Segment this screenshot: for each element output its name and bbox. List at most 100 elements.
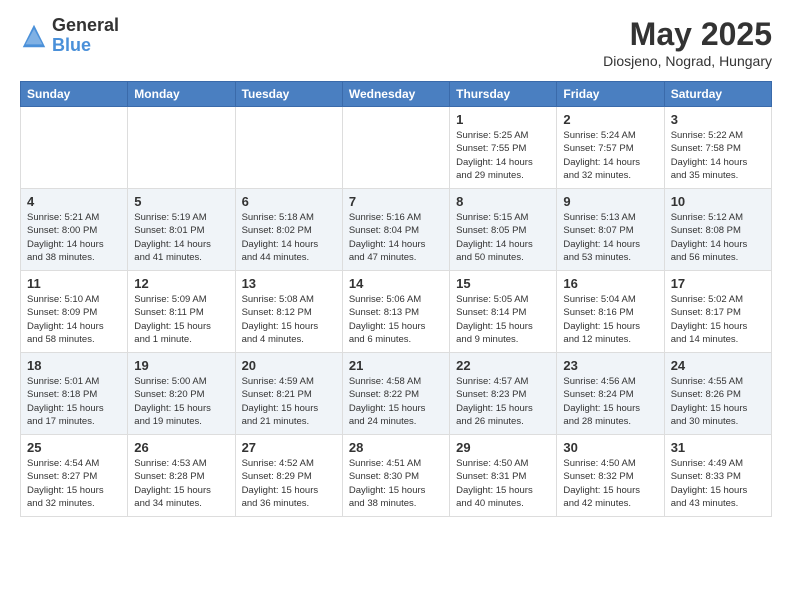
day-number: 28 (349, 440, 443, 455)
logo-line1: General (52, 15, 119, 35)
week-row-5: 25 Sunrise: 4:54 AMSunset: 8:27 PMDayligh… (21, 435, 772, 517)
day-number: 14 (349, 276, 443, 291)
day-cell: 5 Sunrise: 5:19 AMSunset: 8:01 PMDaylight… (128, 189, 235, 271)
day-number: 13 (242, 276, 336, 291)
day-number: 8 (456, 194, 550, 209)
logo: General Blue (20, 16, 119, 56)
calendar-subtitle: Diosjeno, Nograd, Hungary (603, 53, 772, 69)
day-detail: Sunrise: 5:16 AMSunset: 8:04 PMDaylight:… (349, 211, 443, 264)
header: General Blue May 2025 Diosjeno, Nograd, … (20, 16, 772, 69)
day-number: 5 (134, 194, 228, 209)
calendar-title: May 2025 (603, 16, 772, 53)
day-cell: 2 Sunrise: 5:24 AMSunset: 7:57 PMDaylight… (557, 107, 664, 189)
day-detail: Sunrise: 4:53 AMSunset: 8:28 PMDaylight:… (134, 457, 228, 510)
day-detail: Sunrise: 4:49 AMSunset: 8:33 PMDaylight:… (671, 457, 765, 510)
header-row: SundayMondayTuesdayWednesdayThursdayFrid… (21, 82, 772, 107)
day-cell: 4Sunrise: 5:21 AMSunset: 8:00 PMDaylight… (21, 189, 128, 271)
day-cell: 9 Sunrise: 5:13 AMSunset: 8:07 PMDaylight… (557, 189, 664, 271)
day-cell: 15 Sunrise: 5:05 AMSunset: 8:14 PMDayligh… (450, 271, 557, 353)
day-detail: Sunrise: 4:51 AMSunset: 8:30 PMDaylight:… (349, 457, 443, 510)
day-number: 15 (456, 276, 550, 291)
day-detail: Sunrise: 4:50 AMSunset: 8:32 PMDaylight:… (563, 457, 657, 510)
day-detail: Sunrise: 4:59 AMSunset: 8:21 PMDaylight:… (242, 375, 336, 428)
week-row-4: 18Sunrise: 5:01 AMSunset: 8:18 PMDayligh… (21, 353, 772, 435)
day-header-tuesday: Tuesday (235, 82, 342, 107)
day-header-wednesday: Wednesday (342, 82, 449, 107)
page: General Blue May 2025 Diosjeno, Nograd, … (0, 0, 792, 533)
logo-icon (20, 22, 48, 50)
day-header-friday: Friday (557, 82, 664, 107)
day-number: 17 (671, 276, 765, 291)
day-number: 16 (563, 276, 657, 291)
day-detail: Sunrise: 5:08 AMSunset: 8:12 PMDaylight:… (242, 293, 336, 346)
day-cell: 6 Sunrise: 5:18 AMSunset: 8:02 PMDaylight… (235, 189, 342, 271)
day-detail: Sunrise: 5:24 AMSunset: 7:57 PMDaylight:… (563, 129, 657, 182)
day-cell: 26 Sunrise: 4:53 AMSunset: 8:28 PMDayligh… (128, 435, 235, 517)
day-cell: 12 Sunrise: 5:09 AMSunset: 8:11 PMDayligh… (128, 271, 235, 353)
day-number: 4 (27, 194, 121, 209)
day-cell: 29Sunrise: 4:50 AMSunset: 8:31 PMDayligh… (450, 435, 557, 517)
day-cell: 19Sunrise: 5:00 AMSunset: 8:20 PMDayligh… (128, 353, 235, 435)
day-header-saturday: Saturday (664, 82, 771, 107)
day-cell (342, 107, 449, 189)
day-number: 11 (27, 276, 121, 291)
day-cell: 21 Sunrise: 4:58 AMSunset: 8:22 PMDayligh… (342, 353, 449, 435)
day-number: 3 (671, 112, 765, 127)
day-detail: Sunrise: 4:58 AMSunset: 8:22 PMDaylight:… (349, 375, 443, 428)
day-detail: Sunrise: 5:13 AMSunset: 8:07 PMDaylight:… (563, 211, 657, 264)
day-number: 6 (242, 194, 336, 209)
day-header-monday: Monday (128, 82, 235, 107)
day-detail: Sunrise: 5:10 AMSunset: 8:09 PMDaylight:… (27, 293, 121, 346)
day-detail: Sunrise: 5:00 AMSunset: 8:20 PMDaylight:… (134, 375, 228, 428)
day-number: 10 (671, 194, 765, 209)
day-cell: 14Sunrise: 5:06 AMSunset: 8:13 PMDayligh… (342, 271, 449, 353)
day-cell: 23 Sunrise: 4:56 AMSunset: 8:24 PMDayligh… (557, 353, 664, 435)
day-cell: 10 Sunrise: 5:12 AMSunset: 8:08 PMDayligh… (664, 189, 771, 271)
day-detail: Sunrise: 4:52 AMSunset: 8:29 PMDaylight:… (242, 457, 336, 510)
day-cell: 11 Sunrise: 5:10 AMSunset: 8:09 PMDayligh… (21, 271, 128, 353)
title-block: May 2025 Diosjeno, Nograd, Hungary (603, 16, 772, 69)
day-cell (235, 107, 342, 189)
logo-line2: Blue (52, 35, 91, 55)
day-header-sunday: Sunday (21, 82, 128, 107)
day-detail: Sunrise: 5:04 AMSunset: 8:16 PMDaylight:… (563, 293, 657, 346)
day-number: 24 (671, 358, 765, 373)
day-detail: Sunrise: 5:19 AMSunset: 8:01 PMDaylight:… (134, 211, 228, 264)
day-detail: Sunrise: 5:22 AMSunset: 7:58 PMDaylight:… (671, 129, 765, 182)
day-number: 2 (563, 112, 657, 127)
day-detail: Sunrise: 5:09 AMSunset: 8:11 PMDaylight:… (134, 293, 228, 346)
day-cell: 7 Sunrise: 5:16 AMSunset: 8:04 PMDaylight… (342, 189, 449, 271)
day-cell: 13 Sunrise: 5:08 AMSunset: 8:12 PMDayligh… (235, 271, 342, 353)
day-number: 27 (242, 440, 336, 455)
day-cell: 31Sunrise: 4:49 AMSunset: 8:33 PMDayligh… (664, 435, 771, 517)
day-number: 22 (456, 358, 550, 373)
day-cell: 25 Sunrise: 4:54 AMSunset: 8:27 PMDayligh… (21, 435, 128, 517)
day-detail: Sunrise: 4:56 AMSunset: 8:24 PMDaylight:… (563, 375, 657, 428)
week-row-3: 11 Sunrise: 5:10 AMSunset: 8:09 PMDayligh… (21, 271, 772, 353)
day-number: 21 (349, 358, 443, 373)
day-cell: 16 Sunrise: 5:04 AMSunset: 8:16 PMDayligh… (557, 271, 664, 353)
day-number: 9 (563, 194, 657, 209)
week-row-1: 1 Sunrise: 5:25 AMSunset: 7:55 PMDaylight… (21, 107, 772, 189)
week-row-2: 4Sunrise: 5:21 AMSunset: 8:00 PMDaylight… (21, 189, 772, 271)
day-number: 18 (27, 358, 121, 373)
day-cell: 20 Sunrise: 4:59 AMSunset: 8:21 PMDayligh… (235, 353, 342, 435)
day-detail: Sunrise: 5:12 AMSunset: 8:08 PMDaylight:… (671, 211, 765, 264)
day-number: 26 (134, 440, 228, 455)
day-number: 7 (349, 194, 443, 209)
day-detail: Sunrise: 5:25 AMSunset: 7:55 PMDaylight:… (456, 129, 550, 182)
day-detail: Sunrise: 5:02 AMSunset: 8:17 PMDaylight:… (671, 293, 765, 346)
day-number: 29 (456, 440, 550, 455)
day-detail: Sunrise: 5:18 AMSunset: 8:02 PMDaylight:… (242, 211, 336, 264)
day-header-thursday: Thursday (450, 82, 557, 107)
day-number: 25 (27, 440, 121, 455)
day-number: 12 (134, 276, 228, 291)
day-cell: 22Sunrise: 4:57 AMSunset: 8:23 PMDayligh… (450, 353, 557, 435)
day-cell: 24Sunrise: 4:55 AMSunset: 8:26 PMDayligh… (664, 353, 771, 435)
day-detail: Sunrise: 5:15 AMSunset: 8:05 PMDaylight:… (456, 211, 550, 264)
day-number: 23 (563, 358, 657, 373)
day-detail: Sunrise: 5:05 AMSunset: 8:14 PMDaylight:… (456, 293, 550, 346)
day-number: 1 (456, 112, 550, 127)
day-number: 20 (242, 358, 336, 373)
day-detail: Sunrise: 4:54 AMSunset: 8:27 PMDaylight:… (27, 457, 121, 510)
